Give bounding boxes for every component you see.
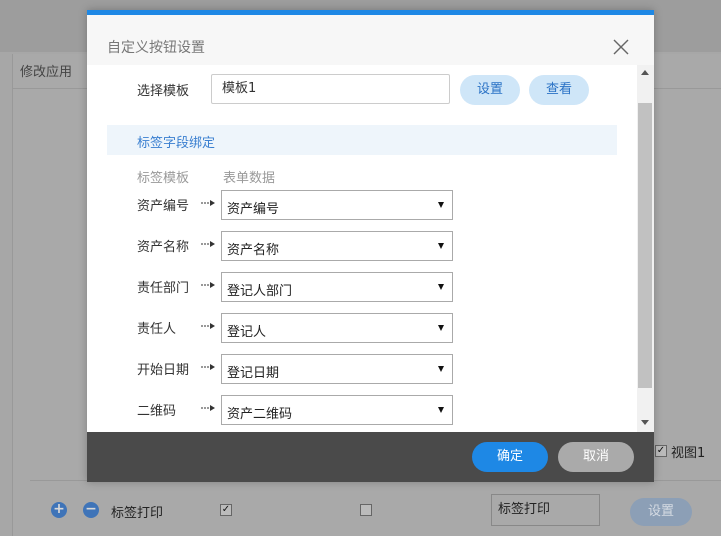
template-view-button[interactable]: 查看 <box>529 75 589 105</box>
binding-row: 开始日期 登记日期 <box>87 354 637 384</box>
binding-select[interactable]: 登记人部门 <box>221 272 453 302</box>
binding-label: 二维码 <box>137 404 177 419</box>
chevron-down-icon <box>438 243 444 249</box>
binding-select-value: 资产编号 <box>227 202 280 217</box>
row-checkbox-checked[interactable]: ✓ <box>220 504 232 516</box>
column-header-form: 表单数据 <box>223 171 276 186</box>
dialog-header: 自定义按钮设置 <box>87 15 654 65</box>
arrow-right-icon <box>201 241 215 247</box>
binding-row: 责任人 登记人 <box>87 313 637 343</box>
table-row: + − 标签打印 ✓ 标签打印 设置 <box>0 494 721 528</box>
view-checkbox-label: 视图1 <box>671 445 706 461</box>
binding-select[interactable]: 登记人 <box>221 313 453 343</box>
row-label: 标签打印 <box>111 506 164 521</box>
binding-select[interactable]: 资产名称 <box>221 231 453 261</box>
dialog-body[interactable]: 选择模板 模板1 设置 查看 标签字段绑定 标签模板 表单数据 资产编号 资产编… <box>87 65 654 432</box>
cancel-button[interactable]: 取消 <box>558 442 634 472</box>
view-checkbox-group[interactable]: ✓ 视图1 <box>655 442 706 461</box>
arrow-right-icon <box>201 200 215 206</box>
template-label: 选择模板 <box>137 84 190 99</box>
binding-row: 资产名称 资产名称 <box>87 231 637 261</box>
binding-select-value: 登记人 <box>227 325 267 340</box>
close-icon[interactable] <box>612 38 630 56</box>
binding-row: 二维码 资产二维码 <box>87 395 637 425</box>
arrow-right-icon <box>201 364 215 370</box>
binding-select-value: 资产二维码 <box>227 407 293 422</box>
view-checkbox[interactable]: ✓ <box>655 445 667 457</box>
arrow-right-icon <box>201 323 215 329</box>
tab-edit-app[interactable]: 修改应用 <box>20 58 72 88</box>
chevron-down-icon <box>438 284 444 290</box>
minus-circle-icon[interactable]: − <box>83 502 99 518</box>
binding-select-value: 登记人部门 <box>227 284 293 299</box>
binding-label: 资产名称 <box>137 240 190 255</box>
scroll-up-icon[interactable] <box>641 70 649 75</box>
binding-select[interactable]: 资产二维码 <box>221 395 453 425</box>
chevron-down-icon <box>438 407 444 413</box>
scroll-down-icon[interactable] <box>641 420 649 425</box>
row-checkbox-unchecked[interactable] <box>360 504 372 516</box>
custom-button-dialog: 自定义按钮设置 选择模板 模板1 设置 查看 标签字段绑定 标签模板 表单数据 … <box>87 10 654 482</box>
column-header-template: 标签模板 <box>137 171 190 186</box>
row-settings-button[interactable]: 设置 <box>630 498 692 526</box>
arrow-right-icon <box>201 282 215 288</box>
binding-section-header: 标签字段绑定 <box>107 125 617 155</box>
template-input[interactable]: 模板1 <box>211 74 450 104</box>
scroll-thumb[interactable] <box>638 103 652 388</box>
binding-label: 责任人 <box>137 322 177 337</box>
row-name-input[interactable]: 标签打印 <box>491 494 600 526</box>
binding-row: 资产编号 资产编号 <box>87 190 637 220</box>
binding-label: 资产编号 <box>137 199 190 214</box>
binding-label: 责任部门 <box>137 281 190 296</box>
binding-row: 责任部门 登记人部门 <box>87 272 637 302</box>
confirm-button[interactable]: 确定 <box>472 442 548 472</box>
dialog-title: 自定义按钮设置 <box>107 40 205 56</box>
binding-select[interactable]: 资产编号 <box>221 190 453 220</box>
binding-select-value: 登记日期 <box>227 366 280 381</box>
plus-circle-icon[interactable]: + <box>51 502 67 518</box>
binding-label: 开始日期 <box>137 363 190 378</box>
chevron-down-icon <box>438 325 444 331</box>
chevron-down-icon <box>438 366 444 372</box>
binding-select[interactable]: 登记日期 <box>221 354 453 384</box>
arrow-right-icon <box>201 405 215 411</box>
binding-select-value: 资产名称 <box>227 243 280 258</box>
template-settings-button[interactable]: 设置 <box>460 75 520 105</box>
dialog-scrollbar[interactable] <box>637 65 654 432</box>
binding-section-title: 标签字段绑定 <box>137 136 216 151</box>
dialog-footer: 确定 取消 <box>87 432 654 482</box>
chevron-down-icon <box>438 202 444 208</box>
